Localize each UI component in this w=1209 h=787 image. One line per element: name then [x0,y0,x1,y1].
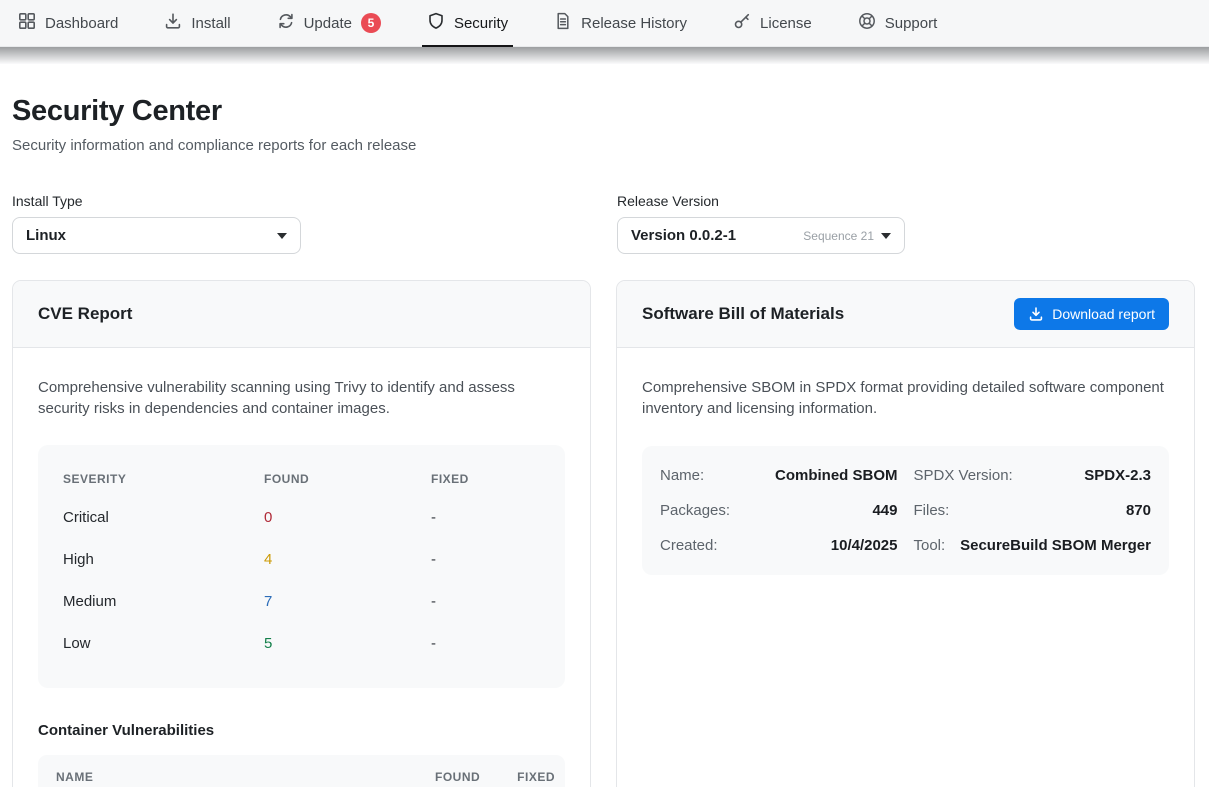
sbom-card-header: Software Bill of Materials Download repo… [617,281,1194,348]
page-title: Security Center [12,95,1195,128]
key-icon [733,12,751,34]
detail-value: SPDX-2.3 [1084,467,1151,484]
fixed-count: - [431,538,540,580]
cards-row: CVE Report Comprehensive vulnerability s… [12,280,1195,787]
cve-report-card: CVE Report Comprehensive vulnerability s… [12,280,591,787]
nav-label: Support [885,15,938,32]
found-count: 7 [264,580,431,622]
container-vulnerabilities-title: Container Vulnerabilities [38,722,565,739]
col-found: FOUND [264,465,431,496]
severity-row-medium: Medium 7 - [63,580,540,622]
found-count: 4 [264,538,431,580]
chevron-down-icon [881,233,891,239]
sbom-detail-name: Name: Combined SBOM [660,458,898,493]
cve-description: Comprehensive vulnerability scanning usi… [38,377,563,419]
release-version-label: Release Version [617,193,905,209]
detail-label: Packages: [660,502,730,519]
main-content: Security Center Security information and… [0,95,1209,787]
nav-item-release-history[interactable]: Release History [554,0,687,47]
download-icon [1028,306,1044,322]
found-count: 0 [264,496,431,538]
severity-label: High [63,538,264,580]
sbom-card: Software Bill of Materials Download repo… [616,280,1195,787]
install-type-select[interactable]: Linux [12,217,301,254]
install-type-filter: Install Type Linux [12,193,301,254]
install-download-icon [164,12,182,34]
top-navigation: Dashboard Install Update 5 Security [0,0,1209,47]
download-report-button[interactable]: Download report [1014,298,1169,330]
severity-row-high: High 4 - [63,538,540,580]
detail-label: Name: [660,467,704,484]
severity-label: Medium [63,580,264,622]
cve-card-title: CVE Report [38,304,132,324]
detail-value: Combined SBOM [775,467,898,484]
download-report-label: Download report [1052,306,1155,322]
nav-label: Update [304,15,352,32]
sbom-detail-tool: Tool: SecureBuild SBOM Merger [914,528,1152,563]
detail-value: 870 [1126,502,1151,519]
nav-item-license[interactable]: License [733,0,812,47]
detail-value: 449 [872,502,897,519]
cve-card-header: CVE Report [13,281,590,348]
fixed-count: - [431,622,540,664]
col-severity: SEVERITY [63,465,264,496]
severity-table: SEVERITY FOUND FIXED Critical 0 - High 4… [38,445,565,688]
document-icon [554,12,572,34]
header-shadow-band [0,47,1209,64]
sbom-card-title: Software Bill of Materials [642,304,844,324]
detail-label: Created: [660,537,718,554]
refresh-icon [277,12,295,34]
found-count: 5 [264,622,431,664]
lifebuoy-icon [858,12,876,34]
col-name: NAME [56,770,403,784]
severity-label: Low [63,622,264,664]
sbom-details-grid: Name: Combined SBOM SPDX Version: SPDX-2… [642,446,1169,575]
detail-value: 10/4/2025 [831,537,898,554]
release-version-filter: Release Version Version 0.0.2-1 Sequence… [617,193,905,254]
nav-item-update[interactable]: Update 5 [277,0,381,47]
install-type-label: Install Type [12,193,301,209]
severity-row-low: Low 5 - [63,622,540,664]
nav-label: License [760,15,812,32]
severity-row-critical: Critical 0 - [63,496,540,538]
chevron-down-icon [277,233,287,239]
filters-row: Install Type Linux Release Version Versi… [12,193,1195,254]
sbom-detail-spdx-version: SPDX Version: SPDX-2.3 [914,458,1152,493]
container-vulnerabilities-header: NAME FOUND FIXED [38,755,565,787]
dashboard-grid-icon [18,12,36,34]
update-count-badge: 5 [361,13,381,33]
sbom-detail-packages: Packages: 449 [660,493,898,528]
col-fixed: FIXED [511,770,555,784]
fixed-count: - [431,580,540,622]
sbom-detail-files: Files: 870 [914,493,1152,528]
nav-label: Install [191,15,230,32]
install-type-value: Linux [26,227,277,244]
nav-item-security[interactable]: Security [427,0,508,47]
release-sequence-text: Sequence 21 [803,229,874,243]
sbom-card-body: Comprehensive SBOM in SPDX format provid… [617,348,1194,604]
cve-card-body: Comprehensive vulnerability scanning usi… [13,348,590,787]
release-version-select[interactable]: Version 0.0.2-1 Sequence 21 [617,217,905,254]
release-version-value: Version 0.0.2-1 [631,227,803,244]
detail-label: SPDX Version: [914,467,1013,484]
nav-item-support[interactable]: Support [858,0,938,47]
nav-label: Security [454,15,508,32]
sbom-detail-created: Created: 10/4/2025 [660,528,898,563]
severity-label: Critical [63,496,264,538]
detail-value: SecureBuild SBOM Merger [960,537,1151,554]
detail-label: Tool: [914,537,946,554]
nav-item-install[interactable]: Install [164,0,230,47]
severity-table-header: SEVERITY FOUND FIXED [63,465,540,496]
page-subtitle: Security information and compliance repo… [12,137,1195,154]
shield-icon [427,12,445,34]
sbom-description: Comprehensive SBOM in SPDX format provid… [642,377,1167,419]
nav-label: Dashboard [45,15,118,32]
nav-label: Release History [581,15,687,32]
fixed-count: - [431,496,540,538]
detail-label: Files: [914,502,950,519]
col-found: FOUND [435,770,479,784]
nav-item-dashboard[interactable]: Dashboard [18,0,118,47]
col-fixed: FIXED [431,465,540,496]
